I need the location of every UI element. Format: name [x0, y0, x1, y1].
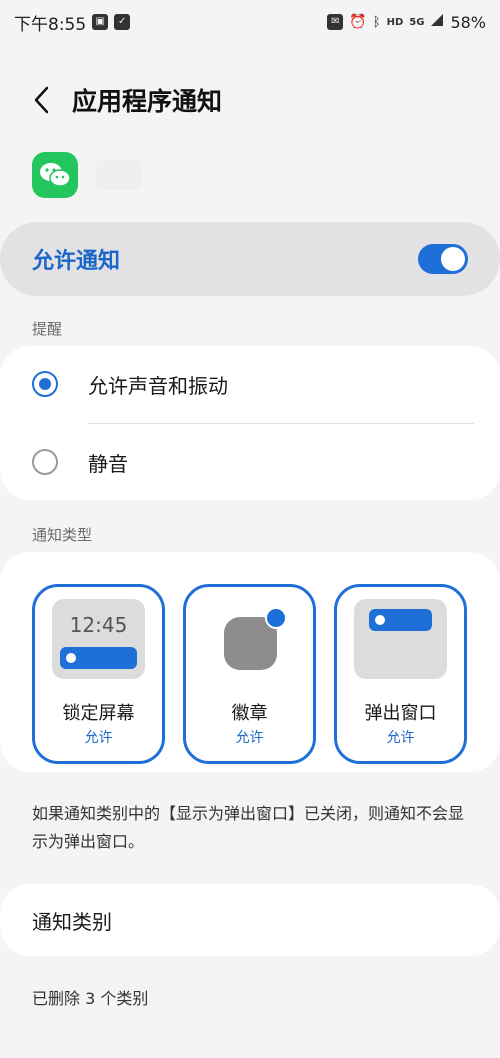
alarm-icon: ⏰ [349, 14, 367, 30]
bar-dot [66, 653, 76, 663]
wechat-icon [32, 152, 78, 198]
tile-lock-screen[interactable]: 12:45 锁定屏幕 允许 [32, 584, 165, 764]
deleted-categories-text: 已删除 3 个类别 [32, 989, 149, 1008]
back-arrow-icon [34, 86, 49, 114]
app-name-placeholder [96, 160, 142, 190]
bar-dot [375, 615, 385, 625]
reminder-section-label: 提醒 [32, 320, 63, 338]
tile-title: 徽章 [231, 703, 268, 724]
tile-status: 允许 [386, 730, 415, 746]
badge-dot-icon [265, 607, 287, 629]
status-bar: 下午8:55 ▣ ✓ ✉ ⏰ ᛒ HD 5G 58% [0, 0, 500, 44]
notification-categories-row[interactable]: 通知类别 [0, 884, 500, 956]
popup-info-text: 如果通知类别中的【显示为弹出窗口】已关闭，则通知不会显示为弹出窗口。 [32, 804, 465, 851]
option-silent[interactable]: 静音 [0, 424, 500, 500]
allow-notifications-row[interactable]: 允许通知 [0, 222, 500, 296]
back-button[interactable] [18, 76, 66, 124]
signal-icon [430, 12, 444, 32]
popup-preview-icon [354, 599, 447, 679]
tile-badge[interactable]: 徽章 允许 [183, 584, 316, 764]
option-sound-vibrate[interactable]: 允许声音和振动 [0, 346, 500, 422]
lock-screen-preview-icon: 12:45 [52, 599, 145, 679]
popup-bar [369, 609, 432, 631]
tile-title: 锁定屏幕 [62, 703, 135, 724]
allow-notifications-toggle[interactable] [418, 244, 468, 274]
lock-screen-time: 12:45 [69, 613, 128, 637]
hd-indicator: HD [386, 16, 404, 28]
app-notification-icon: ✓ [114, 14, 131, 30]
tile-title: 弹出窗口 [364, 703, 437, 724]
header: 应用程序通知 [0, 72, 500, 128]
network-indicator: 5G [409, 16, 425, 28]
allow-notifications-label: 允许通知 [32, 249, 121, 274]
tile-status: 允许 [235, 730, 264, 746]
status-bar-left: 下午8:55 ▣ ✓ [14, 10, 131, 35]
radio-unselected-icon[interactable] [32, 449, 58, 475]
radio-selected-icon[interactable] [32, 371, 58, 397]
message-icon: ✉ [327, 14, 344, 30]
page-title: 应用程序通知 [72, 87, 223, 116]
battery-percent: 58% [450, 12, 486, 32]
tile-popup[interactable]: 弹出窗口 允许 [334, 584, 467, 764]
gallery-icon: ▣ [92, 14, 109, 30]
notification-categories-label: 通知类别 [32, 909, 112, 934]
status-time: 下午8:55 [14, 14, 87, 35]
notification-types-section-label: 通知类型 [32, 526, 93, 544]
status-bar-right: ✉ ⏰ ᛒ HD 5G 58% [327, 12, 486, 32]
notification-bar [60, 647, 137, 669]
option-label: 静音 [88, 451, 128, 476]
option-label: 允许声音和振动 [88, 373, 228, 398]
app-identity [32, 152, 142, 198]
toggle-knob [441, 247, 465, 271]
tile-status: 允许 [84, 730, 113, 746]
reminder-card: 允许声音和振动 静音 [0, 346, 500, 500]
notification-types-card: 12:45 锁定屏幕 允许 徽章 允许 弹出窗口 允许 [0, 552, 500, 772]
bluetooth-icon: ᛒ [372, 14, 381, 30]
